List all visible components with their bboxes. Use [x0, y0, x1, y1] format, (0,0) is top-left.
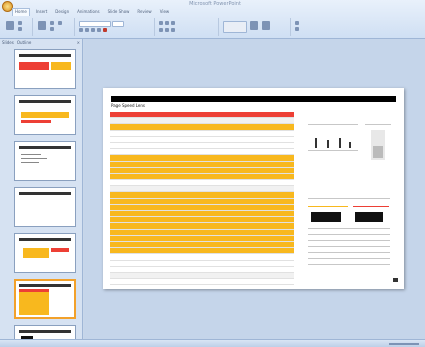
italic-icon[interactable]: [85, 28, 89, 32]
slide-thumbnail[interactable]: [14, 187, 76, 227]
tab-slides[interactable]: Slides: [2, 39, 14, 47]
status-bar: [0, 339, 425, 347]
tab-outline[interactable]: Outline: [17, 39, 31, 47]
ribbon-group-paragraph: [156, 18, 219, 36]
slide-editing-area: Page Speed Lens: [84, 39, 425, 339]
ribbon-group-drawing: [220, 18, 291, 36]
strikethrough-icon[interactable]: [97, 28, 101, 32]
chart-mark: [315, 138, 317, 148]
bullets-icon[interactable]: [159, 21, 163, 25]
logo-image: [355, 212, 383, 222]
slide-thumbnail[interactable]: [14, 233, 76, 273]
table-row: [110, 285, 294, 289]
ribbon-tabs: Home Insert Design Animations Slide Show…: [12, 8, 171, 16]
slide-thumbnail[interactable]: [14, 95, 76, 135]
reset-icon[interactable]: [58, 21, 62, 25]
slide-header-bar: [111, 96, 396, 102]
copy-icon[interactable]: [18, 27, 22, 31]
powerpoint-window: Microsoft PowerPoint Home Insert Design …: [0, 0, 425, 347]
font-name-box[interactable]: [79, 21, 111, 27]
ribbon-group-editing: [292, 18, 322, 36]
font-size-box[interactable]: [112, 21, 124, 27]
chart-mark: [349, 142, 351, 148]
current-slide[interactable]: Page Speed Lens: [103, 88, 404, 289]
quick-styles-icon[interactable]: [262, 21, 270, 30]
find-icon[interactable]: [295, 21, 299, 25]
zoom-slider[interactable]: [389, 340, 419, 347]
ribbon-group-font: [76, 18, 155, 36]
slide-thumbnail[interactable]: [14, 49, 76, 89]
window-title: Microsoft PowerPoint: [189, 1, 241, 7]
tab-home[interactable]: Home: [12, 8, 30, 16]
tab-view[interactable]: View: [158, 8, 172, 16]
data-table[interactable]: [110, 112, 294, 289]
chart-mark: [373, 146, 383, 158]
indent-icon[interactable]: [171, 21, 175, 25]
tab-animations[interactable]: Animations: [75, 8, 101, 16]
paste-icon[interactable]: [6, 21, 14, 30]
slide-number: [393, 278, 398, 282]
ribbon-group-slides: [34, 18, 75, 36]
slide-thumbnail-selected[interactable]: [14, 279, 76, 319]
chart-mark: [339, 138, 341, 148]
logo-image: [311, 212, 341, 222]
underline-icon[interactable]: [91, 28, 95, 32]
align-center-icon[interactable]: [165, 28, 169, 32]
align-left-icon[interactable]: [159, 28, 163, 32]
tab-insert[interactable]: Insert: [34, 8, 49, 16]
tab-design[interactable]: Design: [53, 8, 71, 16]
bold-icon[interactable]: [79, 28, 83, 32]
chart-mark: [327, 140, 329, 148]
new-slide-icon[interactable]: [38, 21, 46, 30]
numbering-icon[interactable]: [165, 21, 169, 25]
ribbon: Microsoft PowerPoint Home Insert Design …: [0, 0, 425, 39]
slides-pane-tabs: Slides Outline ×: [2, 39, 80, 47]
slide-thumbnail[interactable]: [14, 141, 76, 181]
replace-icon[interactable]: [295, 27, 299, 31]
align-right-icon[interactable]: [171, 28, 175, 32]
font-color-icon[interactable]: [103, 28, 107, 32]
arrange-icon[interactable]: [250, 21, 258, 30]
tab-slide-show[interactable]: Slide Show: [106, 8, 132, 16]
cut-icon[interactable]: [18, 21, 22, 25]
tab-review[interactable]: Review: [135, 8, 153, 16]
delete-slide-icon[interactable]: [50, 27, 54, 31]
ribbon-group-clipboard: [2, 18, 33, 36]
close-icon[interactable]: ×: [77, 39, 80, 47]
layout-icon[interactable]: [50, 21, 54, 25]
shapes-gallery[interactable]: [223, 21, 247, 33]
slides-pane: Slides Outline ×: [0, 39, 83, 347]
slide-title[interactable]: Page Speed Lens: [111, 103, 145, 108]
